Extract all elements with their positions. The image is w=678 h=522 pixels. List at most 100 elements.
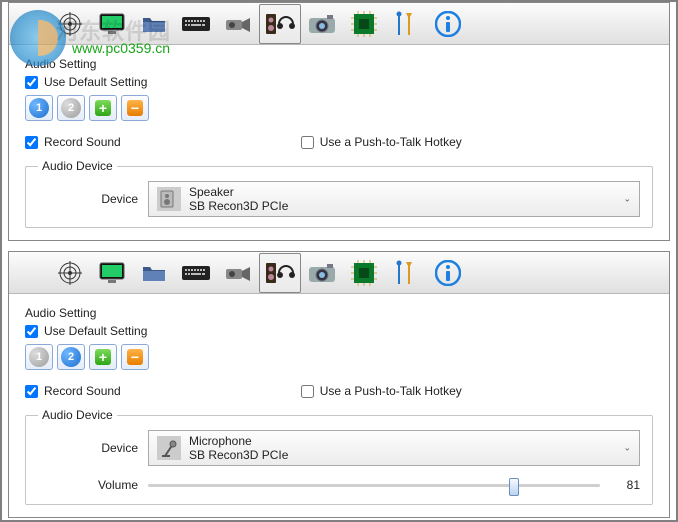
keyboard-icon: [181, 11, 211, 37]
tab-target[interactable]: [49, 4, 91, 44]
info-icon: [433, 260, 463, 286]
tools-icon: [391, 11, 421, 37]
slot-1-badge: 1: [29, 98, 49, 118]
device-label: Device: [38, 441, 138, 455]
ptt-row[interactable]: Use a Push-to-Talk Hotkey: [301, 135, 462, 149]
tab-camcorder[interactable]: [217, 253, 259, 293]
slot-1-badge: 1: [29, 347, 49, 367]
audio-device-legend: Audio Device: [38, 159, 117, 173]
microphone-icon: [157, 436, 181, 460]
tab-target[interactable]: [49, 253, 91, 293]
record-sound-checkbox[interactable]: [25, 385, 38, 398]
device-sub: SB Recon3D PCIe: [189, 199, 288, 213]
record-sound-row[interactable]: Record Sound: [25, 135, 121, 149]
tab-tools[interactable]: [385, 4, 427, 44]
ptt-label: Use a Push-to-Talk Hotkey: [320, 135, 462, 149]
speaker-headphone-icon: [265, 260, 295, 286]
slot-2-button[interactable]: 2: [57, 95, 85, 121]
slot-row: 1 2 + −: [25, 95, 653, 121]
remove-slot-button[interactable]: −: [121, 95, 149, 121]
use-default-row[interactable]: Use Default Setting: [25, 324, 653, 338]
use-default-label: Use Default Setting: [44, 324, 147, 338]
audio-panel-1: Audio Setting Use Default Setting 1 2 + …: [8, 2, 670, 241]
toolbar-2: [9, 252, 669, 294]
tab-camcorder[interactable]: [217, 4, 259, 44]
minus-icon: −: [127, 349, 143, 365]
section-title: Audio Setting: [25, 306, 653, 320]
speaker-headphone-icon: [265, 11, 295, 37]
record-row: Record Sound Use a Push-to-Talk Hotkey: [25, 380, 653, 402]
folder-icon: [139, 11, 169, 37]
record-sound-label: Record Sound: [44, 135, 121, 149]
tab-camera[interactable]: [301, 253, 343, 293]
add-slot-button[interactable]: +: [89, 344, 117, 370]
slot-row: 1 2 + −: [25, 344, 653, 370]
volume-value: 81: [610, 478, 640, 492]
record-sound-label: Record Sound: [44, 384, 121, 398]
device-combobox[interactable]: Speaker SB Recon3D PCIe ⌄: [148, 181, 640, 217]
slot-2-button[interactable]: 2: [57, 344, 85, 370]
chip-icon: [349, 11, 379, 37]
keyboard-icon: [181, 260, 211, 286]
tab-keyboard[interactable]: [175, 4, 217, 44]
tab-chip[interactable]: [343, 253, 385, 293]
ptt-label: Use a Push-to-Talk Hotkey: [320, 384, 462, 398]
tab-info[interactable]: [427, 4, 469, 44]
audio-device-group: Audio Device Device Speaker SB Recon3D P…: [25, 159, 653, 228]
tab-folder[interactable]: [133, 4, 175, 44]
chevron-down-icon: ⌄: [623, 194, 631, 205]
ptt-checkbox[interactable]: [301, 385, 314, 398]
use-default-row[interactable]: Use Default Setting: [25, 75, 653, 89]
audio-device-legend: Audio Device: [38, 408, 117, 422]
slot-1-button[interactable]: 1: [25, 95, 53, 121]
plus-icon: +: [95, 349, 111, 365]
tab-camera[interactable]: [301, 4, 343, 44]
device-sub: SB Recon3D PCIe: [189, 448, 288, 462]
tab-audio[interactable]: [259, 253, 301, 293]
target-icon: [55, 11, 85, 37]
monitor-icon: [97, 260, 127, 286]
add-slot-button[interactable]: +: [89, 95, 117, 121]
tools-icon: [391, 260, 421, 286]
camcorder-icon: [223, 11, 253, 37]
record-sound-row[interactable]: Record Sound: [25, 384, 121, 398]
device-combobox[interactable]: Microphone SB Recon3D PCIe ⌄: [148, 430, 640, 466]
slot-2-badge: 2: [61, 98, 81, 118]
ptt-row[interactable]: Use a Push-to-Talk Hotkey: [301, 384, 462, 398]
target-icon: [55, 260, 85, 286]
use-default-label: Use Default Setting: [44, 75, 147, 89]
info-icon: [433, 11, 463, 37]
chevron-down-icon: ⌄: [623, 443, 631, 454]
use-default-checkbox[interactable]: [25, 76, 38, 89]
remove-slot-button[interactable]: −: [121, 344, 149, 370]
audio-panel-2: Audio Setting Use Default Setting 1 2 + …: [8, 251, 670, 518]
volume-slider[interactable]: [148, 476, 600, 494]
record-sound-checkbox[interactable]: [25, 136, 38, 149]
tab-monitor[interactable]: [91, 4, 133, 44]
section-title: Audio Setting: [25, 57, 653, 71]
slider-thumb[interactable]: [509, 478, 519, 496]
tab-monitor[interactable]: [91, 253, 133, 293]
plus-icon: +: [95, 100, 111, 116]
camera-icon: [307, 260, 337, 286]
folder-icon: [139, 260, 169, 286]
monitor-icon: [97, 11, 127, 37]
tab-info[interactable]: [427, 253, 469, 293]
volume-label: Volume: [38, 478, 138, 492]
device-name: Speaker: [189, 185, 288, 199]
slot-1-button[interactable]: 1: [25, 344, 53, 370]
use-default-checkbox[interactable]: [25, 325, 38, 338]
ptt-checkbox[interactable]: [301, 136, 314, 149]
tab-audio[interactable]: [259, 4, 301, 44]
tab-chip[interactable]: [343, 4, 385, 44]
device-label: Device: [38, 192, 138, 206]
tab-tools[interactable]: [385, 253, 427, 293]
toolbar-1: [9, 3, 669, 45]
speaker-icon: [157, 187, 181, 211]
camera-icon: [307, 11, 337, 37]
camcorder-icon: [223, 260, 253, 286]
tab-folder[interactable]: [133, 253, 175, 293]
tab-keyboard[interactable]: [175, 253, 217, 293]
slider-track: [148, 484, 600, 487]
volume-row: Volume 81: [38, 476, 640, 494]
